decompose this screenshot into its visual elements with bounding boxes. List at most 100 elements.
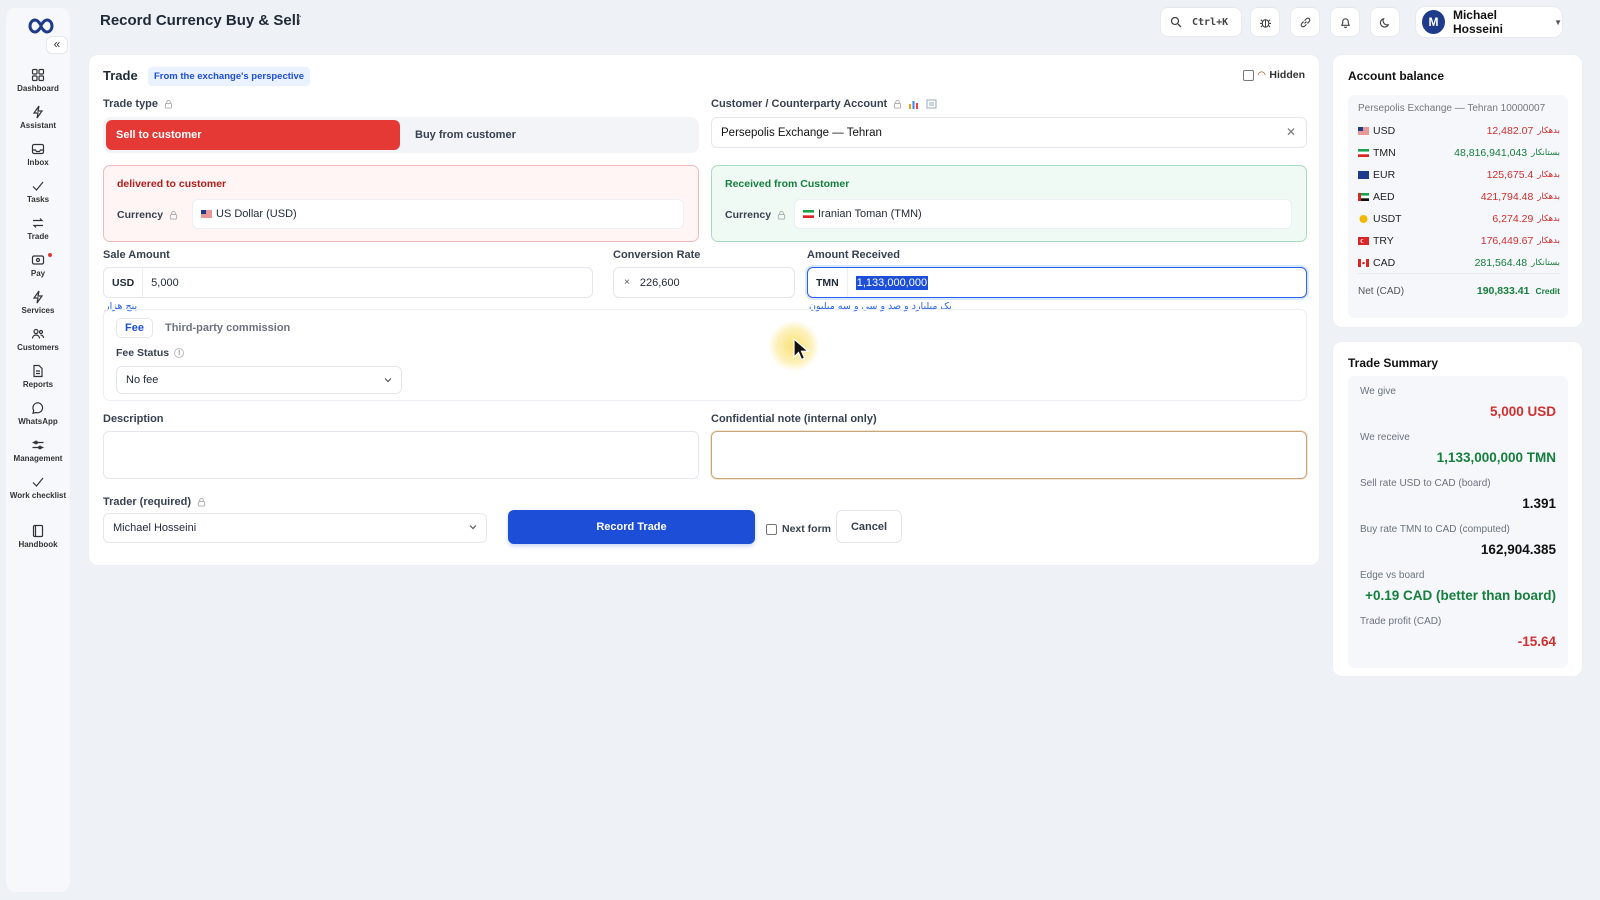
rate-label: Conversion Rate [613,249,701,261]
conversion-rate-input[interactable]: × 226,600 [613,267,795,298]
bug-icon [1259,18,1271,28]
delivered-currency-label: Currency [117,209,178,221]
bell-icon [1340,17,1350,28]
sale-amount-label: Sale Amount [103,249,170,261]
clear-icon[interactable]: ✕ [1286,125,1296,139]
delivered-currency-select[interactable]: US Dollar (USD) [192,199,684,229]
next-form-toggle[interactable]: Next form [766,523,831,535]
check-icon [32,477,44,487]
chevron-down-icon [469,525,477,530]
received-currency-select[interactable]: Iranian Toman (TMN) [794,199,1292,229]
search-shortcut: Ctrl+K [1192,16,1229,28]
ae-flag-icon [1358,193,1369,201]
profit-label: Trade profit (CAD) [1360,616,1442,627]
delivered-title: delivered to customer [117,178,227,190]
balance-row-try: TRY 176,449.67 بدهکار [1358,233,1560,249]
trade-title: Trade [103,68,138,83]
user-menu[interactable]: M Michael Hosseini ▼ [1415,6,1563,38]
wallet-icon [31,255,45,265]
hidden-label: Hidden [1269,69,1305,81]
balance-status-tag: بدهکار [1537,170,1560,180]
confidential-note-textarea[interactable] [711,431,1307,479]
fee-tabs: Fee Third-party commission [116,318,296,338]
buy-from-customer-button[interactable]: Buy from customer [415,120,516,150]
ir-flag-icon [1358,149,1369,157]
notifications-button[interactable] [1330,7,1360,37]
currency-code: TRY [1373,235,1394,247]
ledger-icon[interactable] [926,99,937,109]
sidebar-item-reports[interactable]: Reports [8,358,68,395]
trade-type-label: Trade type [103,98,173,110]
receive-value: 1,133,000,000 TMN [1436,450,1556,465]
sidebar-item-inbox[interactable]: Inbox [8,136,68,173]
help-icon[interactable]: ؟ [296,14,302,27]
trader-value: Michael Hosseini [113,522,197,534]
description-textarea[interactable] [103,431,699,479]
delivered-currency-value: US Dollar (USD) [216,208,297,220]
profit-value: -15.64 [1517,634,1556,649]
sidebar-item-dashboard[interactable]: Dashboard [8,62,68,99]
fee-status-value: No fee [126,374,159,386]
sidebar-item-assistant[interactable]: Assistant [8,99,68,136]
usdt-flag-icon [1359,215,1368,223]
amount-received-input[interactable]: TMN 1,133,000,000 [807,267,1307,298]
theme-toggle-button[interactable] [1370,7,1400,37]
collapse-sidebar-button[interactable]: « [46,36,68,54]
search-button[interactable]: Ctrl+K [1160,7,1242,37]
balance-row-tmn: TMN 48,816,941,043 بستانکار [1358,145,1560,161]
currency-label-text: Currency [725,209,772,221]
fee-status-label-text: Fee Status [116,347,170,359]
tab-fee[interactable]: Fee [116,318,153,338]
sidebar-item-services[interactable]: Services [8,284,68,321]
sidebar-item-label: Inbox [27,158,49,167]
info-icon[interactable]: ! [174,348,185,358]
sidebar-item-label: Handbook [18,540,58,549]
fee-panel: Fee Third-party commission Fee Status ! … [103,309,1307,401]
trade-summary-card: Trade Summary We give 5,000 USD We recei… [1332,341,1583,677]
sidebar-item-management[interactable]: Management [8,432,68,469]
currency-code: USD [1373,125,1396,137]
hidden-toggle[interactable]: ◠ Hidden [1242,69,1305,81]
sale-amount-input[interactable]: USD 5,000 [103,267,593,298]
debug-button[interactable] [1250,7,1280,37]
sell-to-customer-button[interactable]: Sell to customer [106,120,400,150]
record-trade-button[interactable]: Record Trade [508,510,755,544]
sidebar-item-customers[interactable]: Customers [8,321,68,358]
check-icon [32,181,44,191]
sidebar-item-label: Services [21,306,55,315]
sidebar-item-work-checklist[interactable]: Work checklist [8,469,68,506]
hidden-checkbox[interactable] [1242,69,1254,81]
trade-type-label-text: Trade type [103,98,159,110]
avatar: M [1422,10,1445,34]
balance-status-tag: بستانکار [1531,148,1560,158]
lock-icon [778,210,786,220]
trade-type-toggle: Sell to customer Buy from customer [103,117,699,153]
tr-flag-icon [1358,237,1369,245]
link-button[interactable] [1290,7,1320,37]
tab-third-party-commission[interactable]: Third-party commission [159,319,296,337]
sidebar-item-tasks[interactable]: Tasks [8,173,68,210]
account-label-text: Customer / Counterparty Account [711,98,888,110]
fee-status-select[interactable]: No fee [116,366,402,394]
cancel-button[interactable]: Cancel [836,510,902,543]
currency-code: TMN [1373,147,1396,159]
sale-amount-value: 5,000 [151,276,179,289]
sidebar-item-label: Management [13,454,63,463]
balance-row-cad: CAD 281,564.48 بستانکار [1358,255,1560,271]
sidebar-item-whatsapp[interactable]: WhatsApp [8,395,68,432]
eu-flag-icon [1358,171,1369,179]
trader-select[interactable]: Michael Hosseini [103,513,487,543]
net-balance-row: Net (CAD) 190,833.41 Credit [1358,285,1560,297]
currency-code: AED [1373,191,1395,203]
account-input[interactable]: Persepolis Exchange — Tehran ✕ [711,117,1307,148]
edge-value: +0.19 CAD (better than board) [1365,588,1556,603]
sidebar-item-handbook[interactable]: Handbook [8,518,68,555]
balance-row-eur: EUR 125,675.4 بدهکار [1358,167,1560,183]
next-form-checkbox[interactable] [766,523,777,535]
chart-icon[interactable] [908,99,920,109]
sidebar-item-trade[interactable]: Trade [8,210,68,247]
perspective-badge: From the exchange's perspective [148,67,311,86]
balance-list: Persepolis Exchange — Tehran 10000007 US… [1348,95,1568,318]
sidebar-item-pay[interactable]: Pay [8,247,68,284]
sidebar: « Dashboard Assistant Inbox Tasks Trade Pay Se… [6,8,70,892]
